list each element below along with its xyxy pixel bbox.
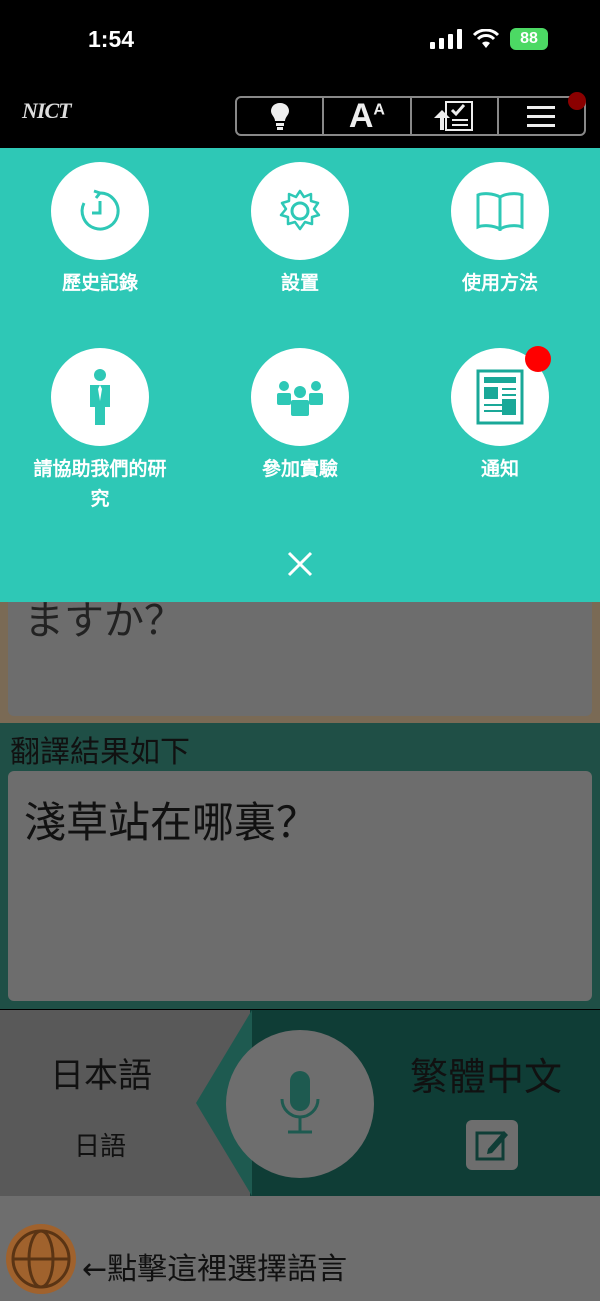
notification-badge	[525, 346, 551, 372]
menu-item-research[interactable]: 請協助我們的研究	[0, 348, 200, 514]
font-size-icon: AA	[348, 96, 385, 135]
language-bar: 日本語 日語 繁體中文	[0, 1010, 600, 1196]
menu-overlay: 歷史記錄 設置 使用方法 請協助我們的研究 參加實驗 通知	[0, 148, 600, 602]
app-header: NICT AA	[0, 80, 600, 148]
result-label: 翻譯結果如下	[10, 735, 190, 770]
language-select-button[interactable]	[6, 1224, 76, 1294]
status-bar: 1:54 88	[0, 0, 600, 80]
person-icon	[90, 369, 110, 425]
bottom-bar: ←點擊這裡選擇語言	[0, 1196, 600, 1301]
edit-button[interactable]	[466, 1120, 518, 1170]
source-language-sub: 日語	[74, 1132, 127, 1162]
book-icon	[476, 192, 524, 231]
group-icon	[277, 381, 323, 416]
signal-icon	[430, 29, 462, 49]
history-icon	[80, 189, 120, 231]
gear-icon	[279, 189, 321, 231]
menu-label-settings: 設置	[280, 272, 319, 294]
battery-indicator: 88	[510, 28, 548, 50]
upload-checklist-icon	[434, 101, 474, 131]
status-time: 1:54	[88, 26, 135, 52]
menu-item-history[interactable]: 歷史記錄	[0, 162, 200, 298]
wifi-icon	[472, 29, 500, 48]
result-section: 翻譯結果如下 淺草站在哪裏？	[0, 723, 600, 1009]
language-hint: ←點擊這裡選擇語言	[82, 1252, 348, 1287]
menu-item-settings[interactable]: 設置	[200, 162, 400, 298]
font-size-button[interactable]: AA	[324, 96, 412, 135]
upload-checklist-button[interactable]	[412, 98, 499, 134]
target-language: 繁體中文	[410, 1055, 563, 1099]
newspaper-icon	[476, 369, 524, 425]
nict-logo: NICT	[22, 98, 72, 123]
hint-button[interactable]	[237, 98, 325, 134]
menu-label-notifications: 通知	[480, 458, 519, 480]
status-icons: 88	[430, 28, 548, 50]
menu-label-experiment: 參加實驗	[261, 458, 338, 480]
hamburger-menu-icon	[527, 106, 556, 127]
toolbar: AA	[235, 96, 586, 136]
menu-label-research: 請協助我們的研究	[33, 458, 167, 510]
result-box[interactable]: 淺草站在哪裏？	[8, 771, 592, 1001]
notification-dot	[568, 92, 586, 110]
globe-icon	[11, 1229, 71, 1289]
source-language: 日本語	[50, 1056, 152, 1096]
menu-item-notifications[interactable]: 通知	[400, 346, 600, 484]
lightbulb-icon	[270, 103, 289, 130]
menu-item-experiment[interactable]: 參加實驗	[200, 348, 400, 484]
mic-button[interactable]	[226, 1030, 374, 1178]
edit-icon	[475, 1131, 508, 1161]
menu-item-usage[interactable]: 使用方法	[400, 162, 600, 298]
result-text: 淺草站在哪裏？	[24, 798, 319, 847]
menu-label-usage: 使用方法	[461, 272, 538, 294]
microphone-icon	[280, 1071, 320, 1134]
menu-label-history: 歷史記錄	[61, 272, 138, 294]
close-icon	[287, 551, 313, 577]
close-menu-button[interactable]	[282, 546, 318, 582]
input-box[interactable]: ますか？	[8, 588, 592, 716]
